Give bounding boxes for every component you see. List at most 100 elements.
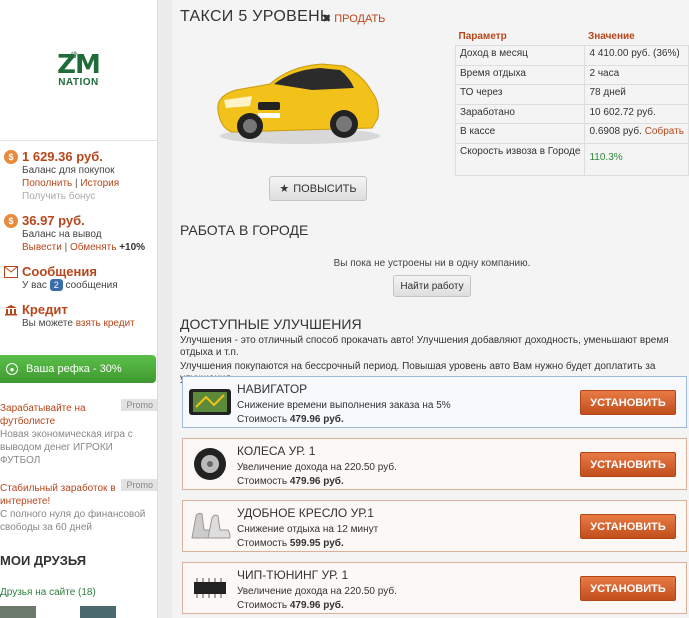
coin-icon: $ [4, 214, 18, 228]
upgrade-card-seat: УДОБНОЕ КРЕСЛО УР.1 Снижение отдыха на 1… [182, 500, 687, 552]
upgrade-effect: Увеличение дохода на 220.50 руб. [237, 462, 397, 473]
table-row: ТО через 78 дней [454, 84, 689, 105]
credit-title[interactable]: Кредит [22, 302, 135, 317]
balance-withdraw-amount: 36.97 руб. [22, 213, 85, 228]
history-link[interactable]: История [80, 178, 119, 189]
table-row: Заработано 10 602.72 руб. [454, 103, 689, 124]
credit-pre: Вы можете [22, 318, 73, 329]
taxi-car-image [217, 63, 380, 144]
upgrade-effect: Снижение отдыха на 12 минут [237, 524, 379, 535]
promo-tag: Promo [121, 479, 157, 491]
table-row: Время отдыха 2 часа [454, 64, 689, 85]
seat-icon [187, 509, 233, 543]
friends-title: МОИ ДРУЗЬЯ [0, 553, 87, 568]
find-job-button[interactable]: Найти работу [393, 275, 471, 297]
friend-avatar[interactable] [80, 606, 116, 618]
referral-button[interactable]: ● Ваша рефка - 30% [0, 355, 156, 383]
param-key: Время отдыха [454, 64, 586, 85]
boost-button[interactable]: ★ ПОВЫСИТЬ [269, 176, 367, 201]
upgrade-price: 599.95 руб. [289, 538, 344, 549]
friend-avatar[interactable] [0, 606, 36, 618]
param-header: Параметр [458, 31, 507, 42]
envelope-icon [4, 266, 18, 278]
install-button[interactable]: УСТАНОВИТЬ [580, 514, 676, 539]
city-work-title: РАБОТА В ГОРОДЕ [180, 222, 309, 238]
main-content: ТАКСИ 5 УРОВЕНЬ ✖ ПРОДАТЬ ★ ПОВЫСИТЬ Парам… [172, 0, 689, 618]
boost-label: ПОВЫСИТЬ [293, 182, 357, 195]
promo-text: С полного нуля до финансовой свободы за … [0, 509, 146, 533]
install-button[interactable]: УСТАНОВИТЬ [580, 576, 676, 601]
star-icon: ★ [279, 183, 290, 195]
upgrade-price: 479.96 руб. [289, 600, 344, 611]
balance-withdraw-label: Баланс на вывод [22, 229, 102, 240]
balance-purchases-label: Баланс для покупок [22, 165, 115, 176]
cost-label: Стоимость [237, 538, 288, 549]
referral-label: Ваша рефка - 30% [26, 363, 122, 375]
messages-post: сообщения [65, 280, 118, 291]
collect-link[interactable]: Собрать [645, 126, 684, 137]
balance-purchases-amount: 1 629.36 руб. [22, 149, 103, 164]
logo[interactable]: ♛ ZM NATION [0, 0, 157, 140]
coin-icon: $ [4, 150, 18, 164]
promo-tag: Promo [121, 399, 157, 411]
credit-block: Кредит Вы можете взять кредит [4, 302, 157, 330]
messages-pre: У вас [22, 280, 47, 291]
table-row: В кассе 0.6908 руб. Собрать [454, 123, 689, 144]
take-credit-link[interactable]: взять кредит [76, 318, 135, 329]
withdraw-link[interactable]: Вывести [22, 242, 62, 253]
param-key: Доход в месяц [454, 45, 586, 66]
install-button[interactable]: УСТАНОВИТЬ [580, 390, 676, 415]
promo-title[interactable]: Зарабатывайте на футболисте [0, 402, 130, 428]
messages-block: Сообщения У вас 2 сообщения [4, 264, 157, 292]
upgrade-name: НАВИГАТОР [237, 382, 308, 396]
upgrade-name: КОЛЕСА УР. 1 [237, 444, 316, 458]
param-value: 10 602.72 руб. [584, 103, 689, 124]
upgrade-card-chip: ЧИП-ТЮНИНГ УР. 1 Увеличение дохода на 22… [182, 562, 687, 614]
promo-block-1[interactable]: Promo Зарабатывайте на футболисте Новая … [0, 399, 157, 467]
exchange-link[interactable]: Обменять [70, 242, 116, 253]
sell-button[interactable]: ✖ ПРОДАТЬ [322, 12, 385, 25]
upgrade-card-navigator: НАВИГАТОР Снижение времени выполнения за… [182, 376, 687, 428]
friends-online-link[interactable]: Друзья на сайте (18) [0, 587, 96, 598]
param-value: 4 410.00 руб. (36%) [584, 45, 689, 66]
upgrade-effect: Увеличение дохода на 220.50 руб. [237, 586, 397, 597]
referral-icon: ● [6, 363, 18, 375]
params-table: Параметр Значение Доход в месяц 4 410.00 р… [454, 28, 689, 176]
upgrade-name: УДОБНОЕ КРЕСЛО УР.1 [237, 506, 374, 520]
param-value: 78 дней [584, 84, 689, 105]
upgrade-card-wheels: КОЛЕСА УР. 1 Увеличение дохода на 220.50… [182, 438, 687, 490]
exchange-bonus: +10% [119, 242, 146, 253]
wheel-icon [187, 447, 233, 481]
install-button[interactable]: УСТАНОВИТЬ [580, 452, 676, 477]
page-title: ТАКСИ 5 УРОВЕНЬ [180, 8, 331, 25]
param-key: Скорость извоза в Городе [454, 142, 586, 176]
get-bonus-link[interactable]: Получить бонус [22, 190, 119, 203]
city-work-message: Вы пока не устроены ни в одну компанию. [333, 258, 531, 269]
sell-label: ПРОДАТЬ [334, 13, 386, 25]
wallet-panel: $ 1 629.36 руб. Баланс для покупок Попол… [0, 141, 157, 330]
upgrade-price: 479.96 руб. [289, 414, 344, 425]
messages-count-badge: 2 [49, 279, 63, 291]
upgrades-title: ДОСТУПНЫЕ УЛУЧШЕНИЯ [180, 316, 362, 332]
cost-label: Стоимость [237, 414, 288, 425]
table-row: Скорость извоза в Городе 110.3% [454, 142, 689, 176]
balance-withdraw: $ 36.97 руб. Баланс на вывод Вывести | О… [4, 213, 157, 254]
promo-title[interactable]: Стабильный заработок в интернете! [0, 482, 130, 508]
upgrade-name: ЧИП-ТЮНИНГ УР. 1 [237, 568, 349, 582]
param-key: Заработано [454, 103, 586, 124]
param-value: 110.3% [584, 142, 689, 176]
table-row: Доход в месяц 4 410.00 руб. (36%) [454, 45, 689, 66]
param-value: 2 часа [584, 64, 689, 85]
topup-link[interactable]: Пополнить [22, 178, 72, 189]
messages-link[interactable]: Сообщения [22, 264, 118, 279]
promo-text: Новая экономическая игра с выводом денег… [0, 429, 133, 466]
maintenance-link[interactable]: ТО через [454, 84, 586, 105]
promo-block-2[interactable]: Promo Стабильный заработок в интернете! … [0, 479, 157, 534]
upgrades-description: Улучшения - это отличный способ прокачат… [180, 335, 669, 358]
param-key: В кассе [454, 123, 586, 144]
chip-icon [187, 571, 233, 605]
sidebar: ♛ ZM NATION $ 1 629.36 руб. Баланс для по… [0, 0, 158, 618]
credit-icon [5, 305, 17, 316]
balance-purchases: $ 1 629.36 руб. Баланс для покупок Попол… [4, 149, 157, 203]
param-value: 0.6908 руб. [589, 126, 642, 137]
